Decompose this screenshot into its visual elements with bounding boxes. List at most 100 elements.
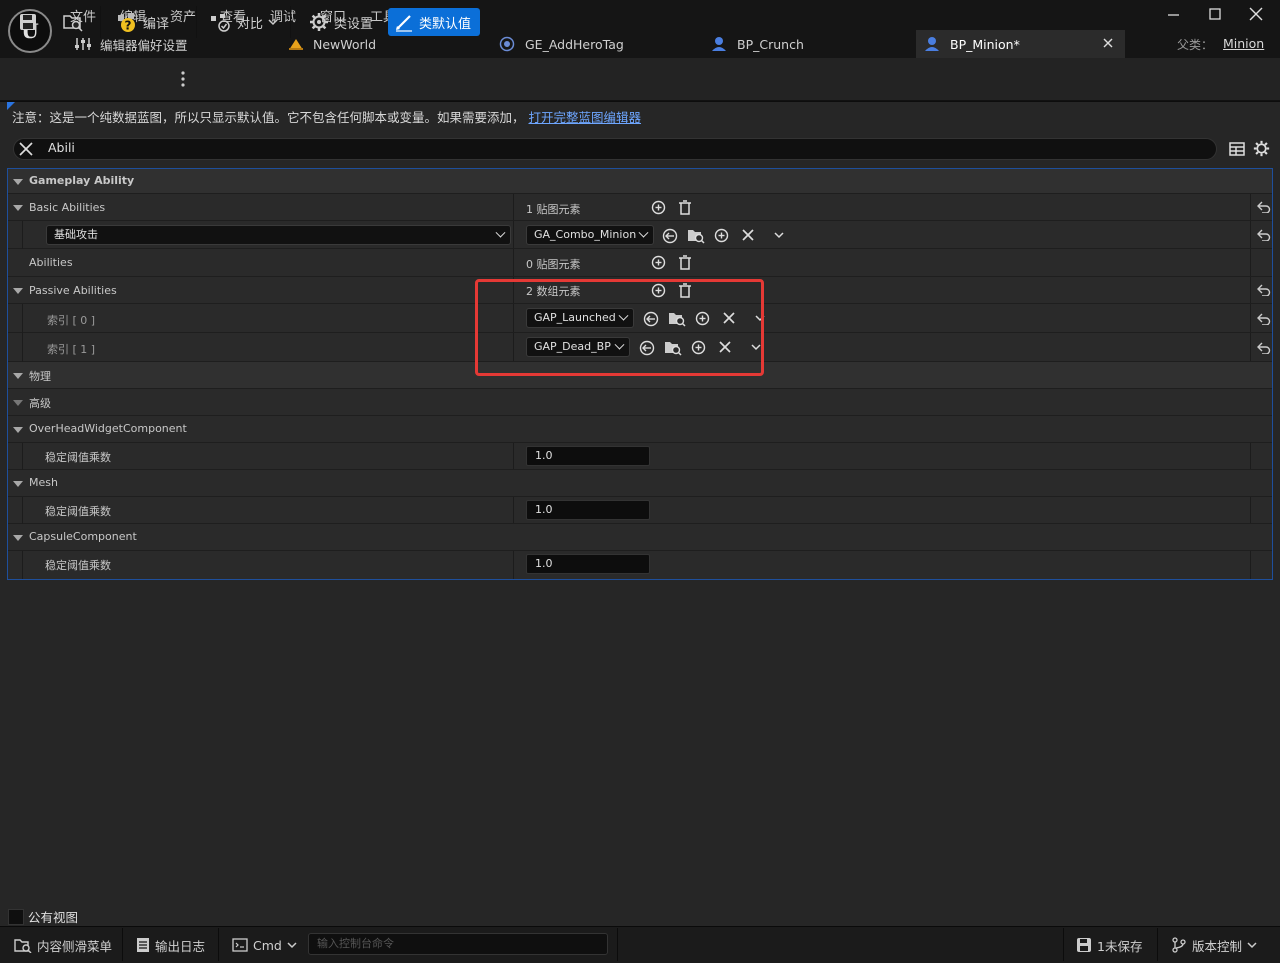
- maximize-icon[interactable]: [1205, 6, 1225, 22]
- minimize-icon[interactable]: [1164, 6, 1184, 22]
- trash-icon[interactable]: [678, 255, 692, 270]
- ability-class-dropdown[interactable]: GA_Combo_Minion: [526, 225, 654, 245]
- public-view-checkbox[interactable]: [8, 908, 24, 925]
- unsaved-button[interactable]: 1未保存: [1076, 935, 1142, 955]
- component-label: OverHeadWidgetComponent: [29, 422, 187, 435]
- status-separator: [1157, 928, 1158, 961]
- class-settings-label: 类设置: [334, 16, 374, 32]
- chevron-down-icon: [268, 18, 278, 26]
- unsaved-save-icon: [1076, 937, 1092, 953]
- status-separator: [1063, 928, 1064, 961]
- public-view-toggle[interactable]: 公有视图: [8, 907, 78, 926]
- level-icon: [287, 36, 305, 52]
- tab-label: BP_Minion*: [950, 36, 1020, 52]
- clear-icon[interactable]: [742, 229, 754, 241]
- row-mesh[interactable]: Mesh: [8, 470, 1272, 497]
- diff-label: 对比: [237, 16, 264, 32]
- expand-arrow-icon[interactable]: [13, 288, 23, 294]
- tab-label: GE_AddHeroTag: [525, 36, 624, 52]
- row-advanced[interactable]: 高级: [8, 389, 1272, 416]
- parent-class-label: 父类：: [1177, 38, 1214, 52]
- compile-status-icon: ?: [116, 11, 138, 33]
- component-label: CapsuleComponent: [29, 530, 137, 543]
- status-separator: [218, 928, 219, 961]
- map-key-value: 基础攻击: [54, 228, 98, 241]
- gear-icon: [309, 12, 329, 32]
- expand-arrow-icon[interactable]: [13, 205, 23, 211]
- row-capsule[interactable]: CapsuleComponent: [8, 524, 1272, 551]
- threshold-input[interactable]: 1.0: [526, 446, 650, 466]
- open-full-editor-link[interactable]: 打开完整蓝图编辑器: [529, 110, 642, 125]
- property-label: Passive Abilities: [29, 284, 117, 297]
- clear-search-icon[interactable]: [19, 142, 33, 156]
- expand-arrow-icon: [13, 481, 23, 487]
- use-selected-icon[interactable]: [662, 228, 678, 244]
- close-tab-icon[interactable]: [1103, 38, 1113, 48]
- add-icon[interactable]: [714, 228, 729, 243]
- array-index-label: 索引 [ 0 ]: [47, 314, 96, 327]
- close-window-icon[interactable]: [1246, 6, 1266, 22]
- search-value: Abili: [48, 140, 75, 155]
- source-control-icon: [1171, 937, 1187, 953]
- tab-bp-minion[interactable]: BP_Minion*: [916, 30, 1125, 58]
- chevron-down-icon: [1247, 941, 1257, 949]
- property-label: 稳定阈值乘数: [45, 505, 111, 518]
- category-gameplay-ability[interactable]: Gameplay Ability: [8, 169, 1272, 194]
- threshold-input[interactable]: 1.0: [526, 500, 650, 520]
- compile-options-icon[interactable]: [180, 70, 186, 88]
- reset-to-default-icon[interactable]: [1257, 229, 1271, 241]
- threshold-input[interactable]: 1.0: [526, 554, 650, 574]
- browse-asset-icon[interactable]: [62, 8, 84, 36]
- settings-gear-icon[interactable]: [1253, 140, 1270, 157]
- toolbar: [0, 58, 1280, 101]
- table-view-icon[interactable]: [1229, 141, 1245, 157]
- search-input[interactable]: [13, 138, 1217, 160]
- threshold-value: 1.0: [535, 449, 553, 462]
- browse-folder-icon[interactable]: [687, 227, 705, 244]
- tab-label: BP_Crunch: [737, 36, 804, 52]
- add-element-icon[interactable]: [651, 200, 666, 215]
- cmd-dropdown[interactable]: Cmd: [232, 935, 297, 955]
- expand-arrow-icon: [13, 179, 23, 185]
- class-settings-button[interactable]: 类设置: [309, 8, 373, 36]
- menu-asset[interactable]: 资产: [170, 6, 196, 25]
- reset-to-default-icon[interactable]: [1257, 313, 1271, 325]
- cmd-label: Cmd: [253, 937, 282, 953]
- tab-ge-addherotag[interactable]: GE_AddHeroTag: [499, 30, 624, 58]
- diff-button[interactable]: 对比: [210, 8, 278, 36]
- save-icon[interactable]: [18, 8, 38, 36]
- data-only-notice: 注意：这是一个纯数据蓝图，所以只显示默认值。它不包含任何脚本或变量。如果需要添加…: [12, 107, 641, 126]
- console-command-input[interactable]: 输入控制台命令: [308, 933, 608, 955]
- tab-label: NewWorld: [313, 36, 377, 52]
- row-overhead-widget[interactable]: OverHeadWidgetComponent: [8, 416, 1272, 443]
- expand-arrow-icon: [13, 373, 23, 379]
- reset-to-default-icon[interactable]: [1257, 201, 1271, 213]
- row-basic-abilities-entry: 基础攻击 GA_Combo_Minion: [8, 221, 1272, 249]
- row-mesh-threshold: 稳定阈值乘数 1.0: [8, 497, 1272, 524]
- trash-icon[interactable]: [678, 200, 692, 215]
- element-count: 0 贴图元素: [526, 258, 581, 271]
- unsaved-label: 1未保存: [1097, 938, 1143, 954]
- row-overhead-threshold: 稳定阈值乘数 1.0: [8, 443, 1272, 470]
- source-control-button[interactable]: 版本控制: [1171, 935, 1257, 955]
- compile-button[interactable]: ? 编译: [116, 8, 169, 36]
- expand-arrow-icon: [13, 535, 23, 541]
- parent-class-link[interactable]: Minion: [1223, 36, 1264, 51]
- chevron-down-icon[interactable]: [774, 232, 784, 239]
- content-drawer-button[interactable]: 内容侧滑菜单: [14, 935, 112, 955]
- add-element-icon[interactable]: [651, 255, 666, 270]
- tab-bp-crunch[interactable]: BP_Crunch: [711, 30, 804, 58]
- output-log-button[interactable]: 输出日志: [136, 935, 205, 955]
- expand-arrow-icon: [13, 427, 23, 433]
- property-label: Abilities: [29, 256, 73, 269]
- map-key-dropdown[interactable]: 基础攻击: [46, 225, 511, 245]
- array-index-label: 索引 [ 1 ]: [47, 343, 96, 356]
- content-drawer-icon: [14, 937, 32, 953]
- reset-to-default-icon[interactable]: [1257, 342, 1271, 354]
- output-log-icon: [136, 937, 150, 953]
- reset-to-default-icon[interactable]: [1257, 284, 1271, 296]
- row-basic-abilities: Basic Abilities 1 贴图元素: [8, 194, 1272, 221]
- threshold-value: 1.0: [535, 503, 553, 516]
- content-drawer-label: 内容侧滑菜单: [37, 938, 113, 954]
- class-defaults-button[interactable]: 类默认值: [388, 8, 480, 36]
